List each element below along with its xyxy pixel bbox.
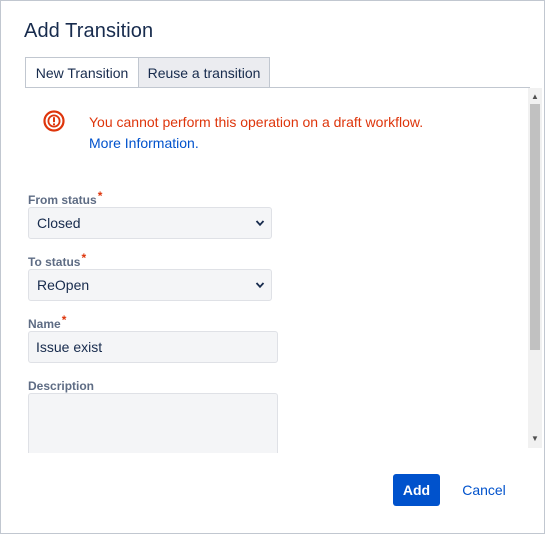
to-status-select[interactable]: ReOpen xyxy=(28,269,272,301)
tab-new-transition[interactable]: New Transition xyxy=(25,57,139,88)
more-information-link[interactable]: More Information. xyxy=(89,135,199,151)
name-input-value: Issue exist xyxy=(36,339,103,355)
dialog-title: Add Transition xyxy=(24,20,154,42)
from-status-label: From status* xyxy=(28,189,102,207)
to-status-label: To status* xyxy=(28,251,86,269)
required-mark: * xyxy=(81,251,87,265)
error-message: You cannot perform this operation on a d… xyxy=(89,114,424,130)
required-mark: * xyxy=(97,189,103,203)
tab-content-border xyxy=(25,87,530,88)
scrollbar-thumb[interactable] xyxy=(530,104,540,350)
add-transition-dialog: Add Transition New Transition Reuse a tr… xyxy=(0,0,545,534)
error-circle-icon xyxy=(43,110,65,132)
required-mark: * xyxy=(61,313,67,327)
description-label: Description xyxy=(28,379,95,393)
chevron-down-icon xyxy=(255,220,265,227)
tab-reuse-transition[interactable]: Reuse a transition xyxy=(139,57,270,88)
to-status-label-text: To status xyxy=(28,255,81,269)
tab-bar: New Transition Reuse a transition xyxy=(25,57,270,88)
scroll-down-icon[interactable]: ▼ xyxy=(528,432,542,446)
name-input[interactable]: Issue exist xyxy=(28,331,278,363)
name-label-text: Name xyxy=(28,317,61,331)
content-scrollbar[interactable]: ▲ ▼ xyxy=(528,88,542,448)
to-status-value: ReOpen xyxy=(37,277,90,293)
from-status-value: Closed xyxy=(37,215,81,231)
add-button[interactable]: Add xyxy=(393,474,440,506)
chevron-down-icon xyxy=(255,282,265,289)
from-status-label-text: From status xyxy=(28,193,97,207)
cancel-button[interactable]: Cancel xyxy=(456,474,512,506)
from-status-select[interactable]: Closed xyxy=(28,207,272,239)
name-label: Name* xyxy=(28,313,66,331)
description-textarea[interactable] xyxy=(28,393,278,453)
scroll-up-icon[interactable]: ▲ xyxy=(528,90,542,104)
